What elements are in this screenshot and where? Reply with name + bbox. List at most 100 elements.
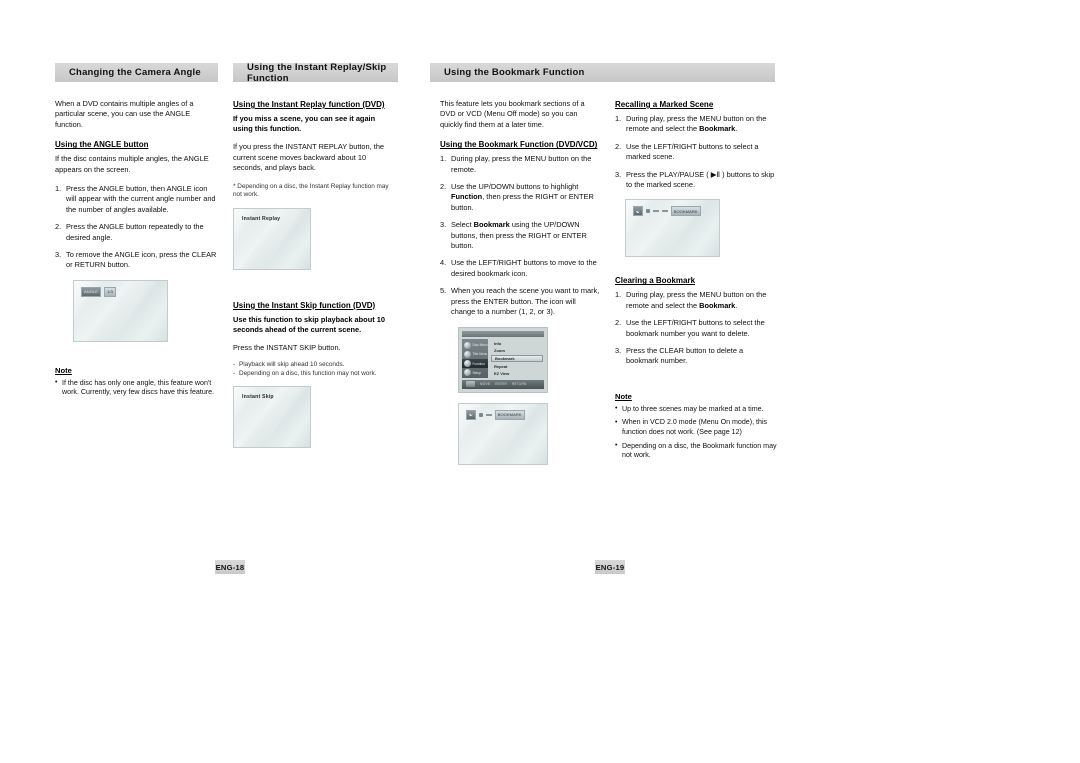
- angle-button-intro: If the disc contains multiple angles, th…: [55, 154, 209, 174]
- menu-item-label: Disc Menu: [472, 343, 488, 348]
- column-camera-angle: When a DVD contains multiple angles of a…: [55, 99, 217, 402]
- bookmark-icon: ☯: [633, 206, 643, 217]
- list-item: Press the ANGLE button, then ANGLE icon …: [55, 184, 216, 214]
- tv-label-instant-skip: Instant Skip: [242, 393, 274, 400]
- bookmark-notes: Up to three scenes may be marked at a ti…: [615, 404, 777, 461]
- osd-chip-angle-label: ANGLE: [81, 286, 102, 297]
- spread: Changing the Camera Angle Using the Inst…: [55, 55, 795, 595]
- menu-item-function: Function: [462, 359, 488, 369]
- menu-left-column: Disc Menu Title Menu Function Setup: [462, 338, 488, 378]
- menu-item-disc-menu: Disc Menu: [462, 341, 488, 350]
- subheading-instant-skip: Using the Instant Skip function (DVD): [233, 300, 376, 310]
- tv-screenshot-bookmark-osd: ☯ BOOKMARK: [458, 402, 548, 465]
- section-header-camera-angle: Changing the Camera Angle: [55, 63, 218, 82]
- camera-angle-intro: When a DVD contains multiple angles of a…: [55, 99, 194, 129]
- menu-option-info: Info: [494, 340, 502, 346]
- menu-item-label: Function: [472, 361, 485, 366]
- angle-steps-list: Press the ANGLE button, then ANGLE icon …: [55, 184, 217, 271]
- menu-right-column: Info Zoom Bookmark Repeat EZ View: [491, 339, 543, 378]
- subheading-angle-button: Using the ANGLE button: [55, 140, 149, 150]
- osd-overlay-bookmark: ☯ BOOKMARK: [466, 409, 525, 420]
- osd-chip-angle-value: 1/3: [104, 286, 116, 297]
- osd-chip-bookmark-label: BOOKMARK: [494, 409, 525, 420]
- bookmark-icon: ☯: [466, 409, 476, 420]
- menu-item-label: Setup: [472, 370, 481, 375]
- tv-screenshot-recall-bookmark: ☯ BOOKMARK: [625, 199, 720, 258]
- subheading-clearing-bookmark: Clearing a Bookmark: [615, 276, 696, 286]
- column-recall-clear-bookmark: Recalling a Marked Scene During play, pr…: [615, 99, 777, 465]
- list-item: If the disc has only one angle, this fea…: [55, 378, 217, 398]
- list-item: During play, press the MENU button on th…: [615, 290, 767, 310]
- list-item: Press the ANGLE button repeatedly to the…: [55, 222, 204, 242]
- list-item: Playback will skip ahead 10 seconds.: [233, 360, 395, 369]
- disc-icon: [464, 341, 471, 349]
- list-item: During play, press the MENU button on th…: [615, 114, 767, 134]
- osd-dot-icon: [645, 209, 650, 214]
- menu-item-label: Title Menu: [472, 352, 488, 357]
- page-number-right: ENG-19: [595, 560, 625, 574]
- vertical-spacer: [615, 376, 777, 392]
- function-icon: [464, 360, 471, 368]
- list-item: During play, press the MENU button on th…: [440, 154, 592, 174]
- list-item: Depending on a disc, this function may n…: [233, 369, 395, 378]
- instant-skip-notes: Playback will skip ahead 10 seconds. Dep…: [233, 360, 395, 378]
- camera-angle-notes: If the disc has only one angle, this fea…: [55, 378, 217, 398]
- tv-label-instant-replay: Instant Replay: [242, 215, 281, 222]
- menu-item-title-menu: Title Menu: [462, 350, 488, 359]
- list-item: Use the LEFT/RIGHT buttons to select the…: [615, 318, 765, 338]
- tv-screenshot-instant-replay: Instant Replay: [233, 207, 311, 270]
- tv-screenshot-function-menu: Disc Menu Title Menu Function Setup Info…: [458, 326, 548, 393]
- recall-steps-list: During play, press the MENU button on th…: [615, 114, 777, 190]
- instant-replay-fineprint: * Depending on a disc, the Instant Repla…: [233, 182, 389, 199]
- page-number-left: ENG-18: [215, 560, 245, 574]
- title-icon: [464, 350, 471, 358]
- instant-replay-body: If you press the INSTANT REPLAY button, …: [233, 142, 385, 173]
- section-header-bookmark: Using the Bookmark Function: [430, 63, 775, 82]
- subheading-recall-marked-scene: Recalling a Marked Scene: [615, 100, 714, 109]
- gear-icon: [464, 369, 471, 377]
- manual-page-spread: Changing the Camera Angle Using the Inst…: [0, 0, 1080, 763]
- list-item: Use the LEFT/RIGHT buttons to move to th…: [440, 258, 597, 278]
- list-item: To remove the ANGLE icon, press the CLEA…: [55, 250, 217, 270]
- menu-item-setup: Setup: [462, 368, 488, 377]
- list-item: Use the LEFT/RIGHT buttons to select a m…: [615, 141, 759, 162]
- column-bookmark-function: This feature lets you bookmark sections …: [440, 99, 602, 465]
- osd-overlay-angle: ANGLE 1/3: [81, 286, 116, 297]
- tv-screenshot-angle-osd: ANGLE 1/3: [73, 279, 168, 342]
- list-item: Up to three scenes may be marked at a ti…: [615, 404, 777, 415]
- osd-dash-icon: [652, 210, 659, 213]
- hint-enter: ENTER: [495, 382, 507, 386]
- note-heading: Note: [55, 365, 72, 375]
- list-item: Select Bookmark using the UP/DOWN button…: [440, 220, 587, 251]
- column-instant-replay-skip: Using the Instant Replay function (DVD) …: [233, 99, 395, 448]
- list-item: Press the CLEAR button to delete a bookm…: [615, 346, 744, 366]
- dpad-icon: [466, 381, 475, 387]
- osd-overlay-recall: ☯ BOOKMARK: [633, 206, 701, 217]
- menu-option-bookmark: Bookmark: [491, 354, 543, 363]
- instant-replay-lead: If you miss a scene, you can see it agai…: [233, 114, 376, 134]
- subheading-bookmark-function: Using the Bookmark Function (DVD/VCD): [440, 140, 598, 150]
- osd-dash-icon: [661, 210, 668, 213]
- instant-skip-body: Press the INSTANT SKIP button.: [233, 343, 341, 353]
- osd-chip-bookmark-label: BOOKMARK: [670, 206, 701, 217]
- instant-skip-lead: Use this function to skip playback about…: [233, 314, 385, 335]
- list-item: Depending on a disc, the Bookmark functi…: [615, 441, 777, 461]
- note-heading: Note: [615, 391, 632, 401]
- hint-move: MOVE: [480, 382, 491, 386]
- menu-top-bar: [462, 330, 544, 337]
- bookmark-intro: This feature lets you bookmark sections …: [440, 99, 585, 129]
- menu-bottom-hint-bar: MOVE ENTER RETURN: [462, 379, 544, 389]
- list-item: Use the UP/DOWN buttons to highlight Fun…: [440, 182, 594, 212]
- clear-steps-list: During play, press the MENU button on th…: [615, 290, 777, 366]
- subheading-instant-replay: Using the Instant Replay function (DVD): [233, 100, 385, 109]
- menu-option-zoom: Zoom: [494, 348, 505, 354]
- bookmark-steps-list: During play, press the MENU button on th…: [440, 154, 602, 317]
- list-item: When you reach the scene you want to mar…: [440, 286, 600, 317]
- osd-dash-icon: [485, 413, 492, 416]
- menu-option-ez-view: EZ View: [494, 371, 510, 377]
- osd-dot-icon: [478, 412, 483, 417]
- tv-screenshot-instant-skip: Instant Skip: [233, 385, 311, 448]
- hint-return: RETURN: [512, 382, 527, 386]
- list-item: When in VCD 2.0 mode (Menu On mode), thi…: [615, 418, 777, 437]
- section-header-instant-replay-skip: Using the Instant Replay/Skip Function: [233, 62, 398, 84]
